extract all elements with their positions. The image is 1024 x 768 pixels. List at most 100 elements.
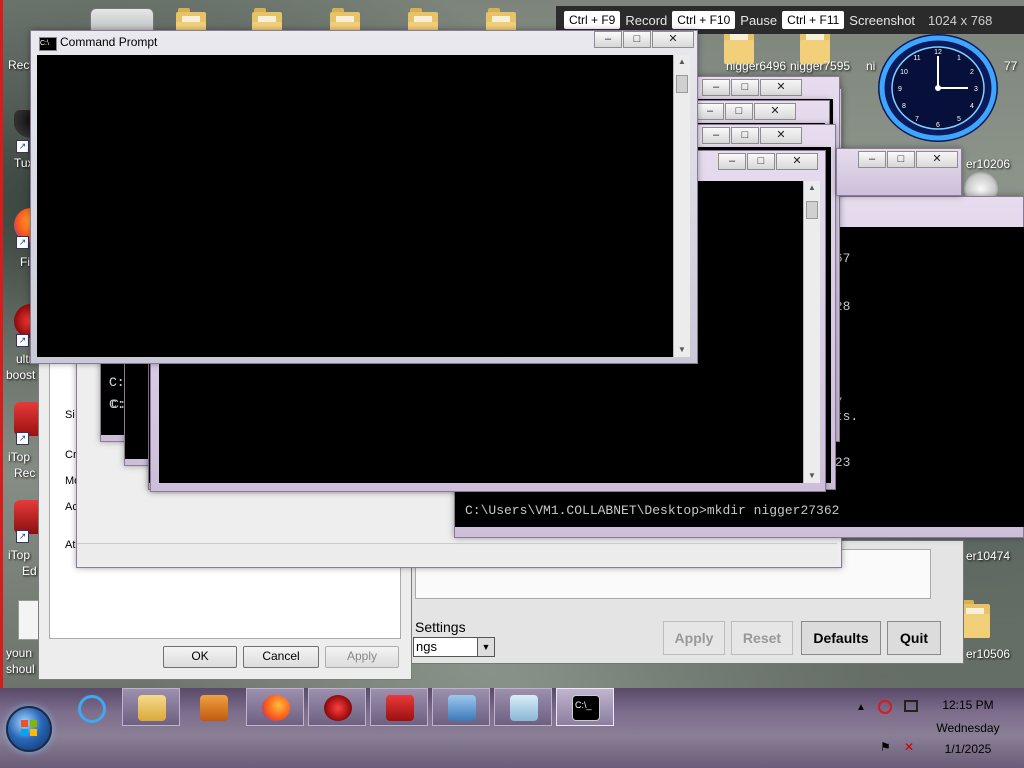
scroll-down-icon[interactable]: ▼ [674,343,690,357]
desktop-label-folder: ni [866,59,876,73]
desktop-label-itop-ed-2: Ed [22,564,37,578]
vertical-scrollbar[interactable]: ▲ ▼ [803,181,820,483]
svg-text:2: 2 [970,69,974,76]
ultra-boost-icon [324,695,352,721]
clock-date[interactable]: 1/1/2025 [932,742,1004,756]
document-icon[interactable] [18,600,40,640]
screenshot-hotkey: Ctrl + F11 [782,11,845,29]
vertical-scrollbar[interactable]: ▲ ▼ [673,55,690,357]
start-button[interactable] [6,706,52,752]
command-prompt-console[interactable] [37,55,673,357]
desktop-label-folder: er10506 [966,647,1011,661]
minimize-button[interactable]: – [696,103,724,120]
scroll-up-icon[interactable]: ▲ [804,181,820,195]
quit-button[interactable]: Quit [887,621,941,655]
minimize-button[interactable]: – [702,79,730,96]
maximize-button[interactable]: □ [731,127,759,144]
capture-resolution: 1024 x 768 [928,12,993,28]
maximize-button[interactable]: □ [887,151,915,168]
taskbar-itop-recorder[interactable] [370,688,428,726]
svg-text:7: 7 [915,116,919,123]
settings-combo[interactable]: ngs ▼ [413,637,495,657]
clock-gadget[interactable]: 1212 345 678 91011 [876,32,1000,144]
close-button[interactable]: ✕ [776,153,818,170]
properties-side-item[interactable]: At [65,539,75,551]
record-button[interactable]: Record [625,13,667,28]
firefox-icon [262,695,290,721]
maximize-button[interactable]: □ [623,31,651,48]
taskbar-file-explorer[interactable] [122,688,180,726]
taskbar-command-prompt[interactable]: C:\_ [556,688,614,726]
taskbar-ultra-boost[interactable] [308,688,366,726]
background-window-caption: – □ ✕ [836,148,962,196]
close-button[interactable]: ✕ [916,151,958,168]
shortcut-arrow-icon: ↗ [16,236,29,249]
desktop-label-itop-rec-1: iTop [8,450,31,464]
scrollbar-thumb[interactable] [676,75,688,93]
chevron-down-icon: ▼ [477,638,494,656]
close-button[interactable]: ✕ [754,103,796,120]
apply-button[interactable]: Apply [325,646,399,668]
defaults-button[interactable]: Defaults [801,621,881,655]
maximize-button[interactable]: □ [747,153,775,170]
clock-day[interactable]: Wednesday [930,721,1006,735]
properties-side-item[interactable]: Si [65,409,75,421]
shortcut-arrow-icon: ↗ [16,334,29,347]
reset-button[interactable]: Reset [731,621,793,655]
scroll-down-icon[interactable]: ▼ [804,469,820,483]
svg-text:10: 10 [900,69,908,76]
horizontal-scrollbar[interactable] [77,543,837,564]
windows-logo-icon [21,720,37,736]
taskbar-media-player[interactable] [184,688,242,726]
pause-button[interactable]: Pause [740,13,777,28]
desktop-label-folder: er10474 [966,549,1011,563]
shortcut-arrow-icon: ↗ [16,140,29,153]
close-button[interactable]: ✕ [652,31,694,48]
scroll-up-icon[interactable]: ▲ [674,55,690,69]
desktop-label-itop-rec-2: Rec [14,466,36,480]
folder-icon [138,695,166,721]
desktop-label-folder: er10206 [966,157,1011,171]
volume-muted-icon[interactable]: ✕ [904,740,914,754]
maximize-button[interactable]: □ [725,103,753,120]
minimize-button[interactable]: – [594,31,622,48]
scrollbar-thumb[interactable] [806,201,818,219]
screenshot-button[interactable]: Screenshot [849,13,915,28]
ok-button[interactable]: OK [163,646,237,668]
close-button[interactable]: ✕ [760,79,802,96]
show-hidden-icons-button[interactable]: ▲ [856,702,866,713]
internet-explorer-icon [78,695,106,723]
console-prompt-line: C: [109,375,125,390]
desktop-label-itop-ed-1: iTop [8,548,31,562]
svg-text:9: 9 [898,86,902,93]
taskbar-firefox[interactable] [246,688,304,726]
taskbar: C:\_ ▲ ⚑ ✕ 12:15 PM Wednesday 1/1/2025 [0,688,1024,768]
clock-time[interactable]: 12:15 PM [932,698,1004,712]
maximize-button[interactable]: □ [731,79,759,96]
svg-text:3: 3 [974,86,978,93]
minimize-button[interactable]: – [718,153,746,170]
cancel-button[interactable]: Cancel [243,646,319,668]
properties-side-item[interactable]: Cr [65,449,77,461]
close-button[interactable]: ✕ [760,127,802,144]
snipping-tool-icon [510,695,538,721]
desktop-label-doc-2: shoul [6,662,35,676]
screen-edge-marker [0,0,3,688]
desktop-label-doc-1: youn [6,646,33,660]
minimize-button[interactable]: – [702,127,730,144]
svg-text:6: 6 [936,122,940,129]
tray-recorder-icon[interactable] [878,700,892,714]
taskbar-internet-explorer[interactable] [62,688,120,726]
minimize-button[interactable]: – [858,151,886,168]
console-prompt-line: C: [109,397,125,412]
taskbar-snipping[interactable] [494,688,552,726]
apply-button[interactable]: Apply [663,621,725,655]
settings-combo-value: ngs [416,639,437,654]
network-icon[interactable] [904,700,918,712]
taskbar-tools[interactable] [432,688,490,726]
desktop-label-folder: 77 [1004,59,1018,73]
settings-section-label: Settings [415,619,466,635]
action-center-flag-icon[interactable]: ⚑ [880,740,891,754]
record-hotkey: Ctrl + F9 [564,11,621,29]
folder-icon[interactable] [960,600,990,638]
